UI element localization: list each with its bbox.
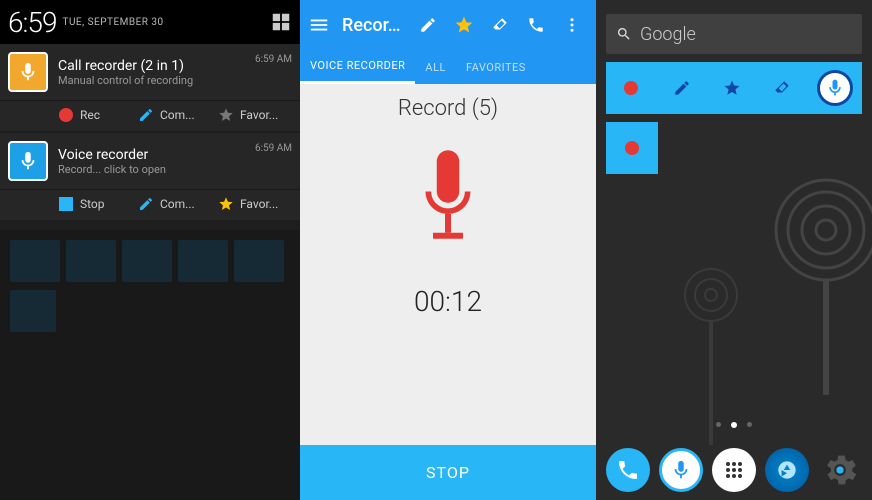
overflow-icon[interactable] [562,15,582,35]
wallpaper-lollipop-small-icon [681,265,751,445]
pencil-icon [138,196,154,212]
pencil-icon [673,79,691,97]
tab-bar: VOICE RECORDER ALL FAVORITES [300,50,596,84]
notification-timestamp: 6:59 AM [255,143,292,154]
notification-title: Voice recorder [58,147,255,163]
clock-date: TUE, SEPTEMBER 30 [62,17,270,28]
mic-icon [17,150,39,172]
favorite-icon[interactable] [454,15,474,35]
google-search-bar[interactable]: Google [606,14,862,54]
stop-button[interactable]: STOP [300,445,596,500]
dock-apps-icon[interactable] [712,448,756,492]
dock-camera-icon[interactable] [765,448,809,492]
widget-eraser-button[interactable] [757,62,807,114]
app-icon-voice-recorder [8,141,48,181]
edit-icon[interactable] [418,15,438,35]
action-stop[interactable]: Stop [58,196,138,212]
recording-timer: 00:12 [414,285,482,318]
action-label: Favor... [240,197,278,211]
app-icon-call-recorder [8,52,48,92]
notification-title: Call recorder (2 in 1) [58,58,255,74]
home-screen-panel: Google [596,0,872,500]
wallpaper-lollipop-icon [771,175,872,395]
app-title: Recor... [342,15,402,36]
page-indicator [596,422,872,428]
receiver-icon[interactable] [526,15,546,35]
app-toolbar: Recor... [300,0,596,50]
widget-mic-button[interactable] [808,62,862,114]
status-bar: 6:59 TUE, SEPTEMBER 30 [0,0,300,44]
action-comment[interactable]: Com... [138,196,218,212]
widget-record-button[interactable] [606,62,656,114]
action-label: Rec [80,108,100,122]
stop-square-icon [59,197,73,211]
record-dot-icon [624,81,638,95]
notification-shade-panel: 6:59 TUE, SEPTEMBER 30 Call recorder (2 … [0,0,300,500]
recorder-app-panel: Recor... VOICE RECORDER ALL FAVORITES Re… [300,0,596,500]
action-record[interactable]: Rec [58,107,138,123]
search-icon [616,26,632,42]
dock-settings-icon[interactable] [818,448,862,492]
pager-dot-active [731,422,737,428]
action-comment[interactable]: Com... [138,107,218,123]
dock-recorder-icon[interactable] [659,448,703,492]
notification-call-recorder[interactable]: Call recorder (2 in 1) Manual control of… [0,44,300,131]
star-icon [218,106,234,124]
action-label: Com... [160,108,195,122]
pager-dot [716,422,721,427]
action-label: Stop [80,197,105,211]
star-icon [218,195,234,213]
dock-bar [596,448,872,492]
eraser-icon[interactable] [490,15,510,35]
search-label: Google [640,24,696,45]
recorder-body: Record (5) 00:12 [300,84,596,445]
quick-settings-icon[interactable] [270,11,292,33]
widget-star-button[interactable] [707,62,757,114]
pager-dot [747,422,752,427]
action-favorite[interactable]: Favor... [218,107,298,123]
recorder-widget-row [606,62,862,114]
dimmed-background-widgets [0,230,300,500]
action-favorite[interactable]: Favor... [218,196,298,212]
action-label: Favor... [240,108,278,122]
record-mic-icon[interactable] [403,139,493,259]
tab-favorites[interactable]: FAVORITES [456,50,536,84]
dock-phone-icon[interactable] [606,448,650,492]
pencil-icon [138,107,154,123]
notification-subtitle: Record... click to open [58,163,255,176]
action-label: Com... [160,197,195,211]
notification-timestamp: 6:59 AM [255,54,292,65]
recording-title: Record (5) [398,96,498,121]
notification-voice-recorder[interactable]: Voice recorder Record... click to open 6… [0,133,300,220]
tab-voice-recorder[interactable]: VOICE RECORDER [300,50,415,84]
hamburger-icon[interactable] [308,14,330,36]
record-dot-icon [625,141,639,155]
widget-edit-button[interactable] [656,62,706,114]
record-dot-icon [59,108,73,122]
mic-circle-icon [817,70,853,106]
tab-all[interactable]: ALL [415,50,456,84]
recorder-single-widget[interactable] [606,122,658,174]
mic-icon [17,61,39,83]
clock-time: 6:59 [8,6,56,39]
notification-subtitle: Manual control of recording [58,74,255,87]
eraser-icon [773,79,791,97]
star-icon [723,79,741,97]
